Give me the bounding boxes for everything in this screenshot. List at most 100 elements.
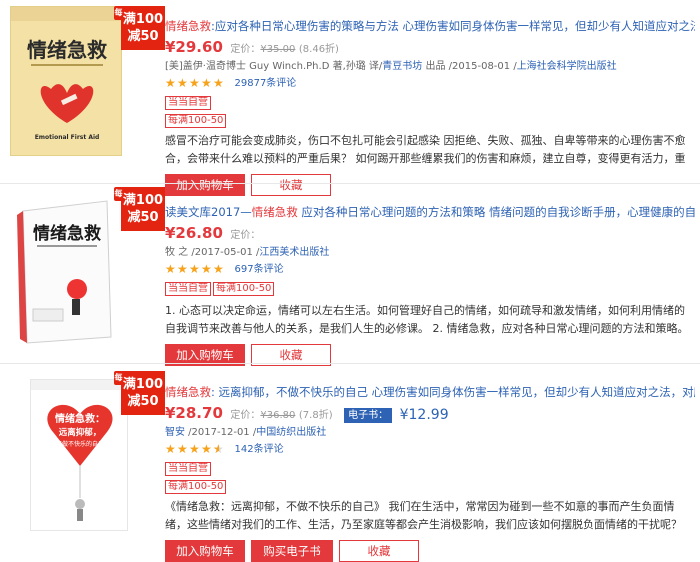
add-to-cart-button[interactable]: 加入购物车 xyxy=(165,540,245,562)
star-rating: ★★★★★ xyxy=(165,75,225,93)
list-price: 定价：¥35.00 xyxy=(230,44,295,55)
star-icon: ★ xyxy=(213,262,224,276)
product-description: 《情绪急救：远离抑郁，不做不快乐的自己》 我们在生活中，常常因为碰到一些不如意的… xyxy=(165,500,682,531)
title-keyword[interactable]: 情绪急救 xyxy=(165,385,211,399)
meta-date: 出品 /2015-08-01 / xyxy=(422,61,517,72)
buy-ebook-button[interactable]: 购买电子书 xyxy=(251,540,333,562)
promo-badge: 每 满100 减50 xyxy=(114,187,165,231)
star-icon: ★ xyxy=(213,76,224,90)
title-text[interactable]: 应对各种日常心理问题的方法和策略 情绪问题的自我诊断手册，心理健康的自我援助指南 xyxy=(298,205,695,219)
action-buttons: 加入购物车 购买电子书 收藏 xyxy=(165,540,695,562)
promo-badge-line2: 减50 xyxy=(127,394,159,409)
promo-badge-line2: 减50 xyxy=(127,29,159,44)
tag-row: 当当自营 xyxy=(165,95,695,113)
book-cover[interactable]: 情绪急救 Emotional First Aid xyxy=(10,6,122,156)
product-info: 读美文库2017—情绪急救 应对各种日常心理问题的方法和策略 情绪问题的自我诊断… xyxy=(165,203,695,366)
favorite-button[interactable]: 收藏 xyxy=(251,174,331,196)
half-star-icon: ★ ★ xyxy=(213,442,224,456)
publisher-link[interactable]: 江西美术出版社 xyxy=(259,247,329,258)
review-count-link[interactable]: 142条评论 xyxy=(235,444,284,455)
list-price: 定价： xyxy=(230,230,260,241)
product-title[interactable]: 情绪急救: 远离抑郁，不做不快乐的自己 心理伤害如同身体伤害一样常见，但却少有人… xyxy=(165,383,695,401)
promo-badge-line1: 满100 xyxy=(122,12,164,27)
promo-badge-line2: 减50 xyxy=(127,210,159,225)
author-text: [美]盖伊·温奇博士 Guy Winch.Ph.D 著,孙璐 译/ xyxy=(165,61,383,72)
tag-row: 当当自营 每满100-50 xyxy=(165,281,695,299)
review-count-link[interactable]: 29877条评论 xyxy=(235,78,297,89)
current-price: ¥29.60 xyxy=(165,38,223,56)
list-price-label: 定价： xyxy=(230,410,261,421)
add-to-cart-button[interactable]: 加入购物车 xyxy=(165,174,245,196)
meta-date: /2017-12-01 / xyxy=(185,427,257,438)
current-price: ¥28.70 xyxy=(165,404,223,422)
title-keyword[interactable]: 情绪急救 xyxy=(252,205,298,219)
star-rating: ★★★★★ xyxy=(165,261,225,279)
price-line: ¥29.60 定价：¥35.00 (8.46折) xyxy=(165,35,695,59)
publisher-brand-link[interactable]: 青豆书坊 xyxy=(382,61,422,72)
list-price-value: ¥36.80 xyxy=(260,410,296,421)
divider xyxy=(0,363,700,364)
cover-subtitle-1: 远离抑郁， xyxy=(59,427,102,438)
product-title[interactable]: 情绪急救:应对各种日常心理伤害的策略与方法 心理伤害如同身体伤害一样常见，但却少… xyxy=(165,17,695,35)
promo-tag[interactable]: 每满100-50 xyxy=(213,282,275,296)
star-icon: ★ xyxy=(165,76,176,90)
price-line: ¥28.70 定价：¥36.80 (7.8折) 电子书： ¥12.99 xyxy=(165,401,695,425)
product-meta: 智安 /2017-12-01 /中国纺织出版社 xyxy=(165,425,695,441)
title-text[interactable]: : 远离抑郁，不做不快乐的自己 心理伤害如同身体伤害一样常见，但却少有人知道应对… xyxy=(211,385,695,399)
current-price: ¥26.80 xyxy=(165,224,223,242)
author-link[interactable]: 智安 xyxy=(165,427,185,438)
star-icon: ★ xyxy=(177,442,188,456)
cover-subtitle-2: 不做不快乐的自己 xyxy=(56,440,104,448)
star-icon: ★ xyxy=(201,262,212,276)
book-cover-art: 情绪急救 xyxy=(17,200,112,344)
promo-badge-line1: 满100 xyxy=(122,377,164,392)
rating: ★★★★★ 29877条评论 xyxy=(165,75,695,93)
star-rating: ★★★★ ★ ★ xyxy=(165,441,225,459)
ebook-price[interactable]: ¥12.99 xyxy=(400,407,449,423)
title-keyword[interactable]: 情绪急救 xyxy=(165,19,211,33)
promo-badge: 每 满100 减50 xyxy=(114,371,165,415)
promo-tag[interactable]: 每满100-50 xyxy=(165,114,227,128)
cover-title: 情绪急救 xyxy=(27,38,107,62)
star-icon: ★ xyxy=(165,262,176,276)
discount-rate: (8.46折) xyxy=(298,44,339,55)
publisher-link[interactable]: 中国纺织出版社 xyxy=(256,427,326,438)
star-icon: ★ xyxy=(201,76,212,90)
book-cover-art: 情绪急救 Emotional First Aid xyxy=(11,7,121,155)
product-description: 1. 心态可以决定命运，情绪可以左右生活。如何管理好自己的情绪，如何疏导和激发情… xyxy=(165,304,689,335)
ebook-label: 电子书： xyxy=(344,407,393,423)
star-icon: ★ xyxy=(189,262,200,276)
cover-subtitle: Emotional First Aid xyxy=(35,134,100,141)
book-cover-art: 情绪急救： 远离抑郁， 不做不快乐的自己 xyxy=(31,380,127,530)
promo-badge-mark: 每 xyxy=(114,371,123,385)
book-cover[interactable]: 情绪急救： 远离抑郁， 不做不快乐的自己 xyxy=(30,379,128,531)
star-icon: ★ xyxy=(177,262,188,276)
self-operated-tag: 当当自营 xyxy=(165,282,211,296)
tag-row: 当当自营 xyxy=(165,461,695,479)
star-icon: ★ xyxy=(177,76,188,90)
cover-title: 情绪急救： xyxy=(55,412,105,425)
product-info: 情绪急救: 远离抑郁，不做不快乐的自己 心理伤害如同身体伤害一样常见，但却少有人… xyxy=(165,383,695,562)
list-price-label: 定价： xyxy=(230,230,261,241)
title-prefix[interactable]: 读美文库2017— xyxy=(165,205,252,219)
product-meta: [美]盖伊·温奇博士 Guy Winch.Ph.D 著,孙璐 译/青豆书坊 出品… xyxy=(165,59,695,75)
self-operated-tag: 当当自营 xyxy=(165,462,211,476)
favorite-button[interactable]: 收藏 xyxy=(339,540,419,562)
promo-row: 每满100-50 xyxy=(165,113,695,131)
promo-badge-mark: 每 xyxy=(114,187,123,201)
title-text[interactable]: :应对各种日常心理伤害的策略与方法 心理伤害如同身体伤害一样常见，但却少有人知道… xyxy=(211,19,695,33)
price-line: ¥26.80 定价： xyxy=(165,221,695,245)
divider xyxy=(0,183,700,184)
cover-title: 情绪急救 xyxy=(33,223,101,244)
promo-tag[interactable]: 每满100-50 xyxy=(165,480,227,494)
promo-badge-mark: 每 xyxy=(114,6,123,20)
publisher-link[interactable]: 上海社会科学院出版社 xyxy=(517,61,617,72)
review-count-link[interactable]: 697条评论 xyxy=(235,264,284,275)
action-buttons: 加入购物车 收藏 xyxy=(165,174,695,196)
book-cover[interactable]: 情绪急救 xyxy=(15,197,120,347)
product-meta: 牧 之 /2017-05-01 /江西美术出版社 xyxy=(165,245,695,261)
product-title[interactable]: 读美文库2017—情绪急救 应对各种日常心理问题的方法和策略 情绪问题的自我诊断… xyxy=(165,203,695,221)
list-price-label: 定价： xyxy=(230,44,261,55)
promo-row: 每满100-50 xyxy=(165,479,695,497)
product-info: 情绪急救:应对各种日常心理伤害的策略与方法 心理伤害如同身体伤害一样常见，但却少… xyxy=(165,17,695,196)
